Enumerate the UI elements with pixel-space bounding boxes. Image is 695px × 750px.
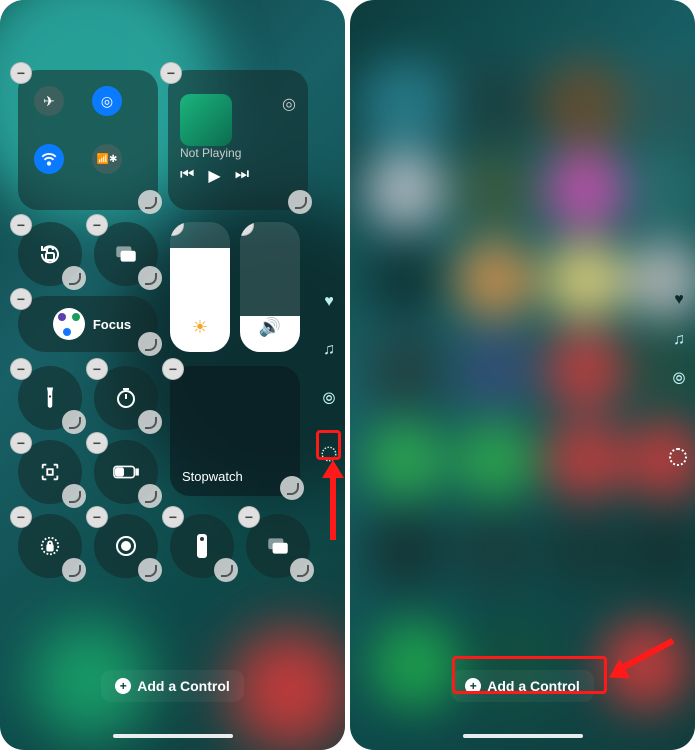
screenshot-left: − ✈ ◎ 📶✱ − ◎ Not Playing ⏮ ▶ ⏭ (0, 0, 345, 750)
resize-handle[interactable] (214, 558, 238, 582)
heart-page-icon[interactable]: ♥ (319, 292, 339, 312)
cellular-bluetooth-icon[interactable]: 📶✱ (92, 144, 122, 174)
media-controls: ⏮ ▶ ⏭ (180, 166, 249, 186)
control-center-edit: − ✈ ◎ 📶✱ − ◎ Not Playing ⏮ ▶ ⏭ (0, 0, 345, 750)
screen-mirroring-2[interactable]: − (246, 514, 310, 578)
sun-icon: ☀ (192, 317, 208, 338)
wifi-icon[interactable] (34, 144, 64, 174)
add-page-indicator[interactable] (669, 448, 687, 466)
remove-icon[interactable]: − (86, 358, 108, 380)
heart-page-icon[interactable]: ♥ (669, 290, 689, 310)
next-icon[interactable]: ⏭ (235, 166, 249, 186)
resize-handle[interactable] (138, 410, 162, 434)
home-indicator[interactable] (463, 734, 583, 738)
remove-icon[interactable]: − (10, 432, 32, 454)
bg (350, 0, 695, 750)
resize-handle[interactable] (62, 266, 86, 290)
remove-icon[interactable]: − (240, 222, 254, 236)
add-control-button[interactable]: + Add a Control (451, 670, 594, 702)
airplane-icon[interactable]: ✈ (34, 86, 64, 116)
resize-handle[interactable] (138, 558, 162, 582)
plus-icon: + (465, 678, 481, 694)
flashlight[interactable]: − (18, 366, 82, 430)
remove-icon[interactable]: − (238, 506, 260, 528)
accessibility-lock[interactable]: − (18, 514, 82, 578)
resize-handle[interactable] (138, 484, 162, 508)
screenshot-right: ♥ ♫ ⦾ + Add a Control (350, 0, 695, 750)
code-scanner[interactable]: − (18, 440, 82, 504)
music-page-icon[interactable]: ♫ (319, 340, 339, 360)
airdrop-icon[interactable]: ◎ (92, 86, 122, 116)
resize-handle[interactable] (138, 332, 162, 356)
screen-mirroring[interactable]: − (94, 222, 158, 286)
remove-icon[interactable]: − (162, 506, 184, 528)
music-page-icon[interactable]: ♫ (669, 330, 689, 350)
add-control-label: Add a Control (487, 678, 580, 694)
play-icon[interactable]: ▶ (208, 166, 220, 186)
resize-handle[interactable] (138, 266, 162, 290)
prev-icon[interactable]: ⏮ (180, 166, 194, 186)
screen-record[interactable]: − (94, 514, 158, 578)
add-control-label: Add a Control (137, 678, 230, 694)
remove-icon[interactable]: − (86, 506, 108, 528)
media-tile[interactable]: − ◎ Not Playing ⏮ ▶ ⏭ (168, 70, 308, 210)
brightness-slider[interactable]: − ☀ (170, 222, 230, 352)
resize-handle[interactable] (290, 558, 314, 582)
remove-icon[interactable]: − (162, 358, 184, 380)
remove-icon[interactable]: − (10, 506, 32, 528)
focus-label: Focus (93, 317, 131, 332)
remove-icon[interactable]: − (160, 62, 182, 84)
airplay-icon[interactable]: ◎ (282, 94, 296, 114)
volume-slider[interactable]: − 🔊 (240, 222, 300, 352)
remove-icon[interactable]: − (10, 358, 32, 380)
plus-icon: + (115, 678, 131, 694)
antenna-page-icon[interactable]: ⦾ (669, 370, 689, 390)
add-control-button[interactable]: + Add a Control (101, 670, 244, 702)
resize-handle[interactable] (280, 476, 304, 500)
add-page-icon[interactable] (319, 444, 339, 464)
home-indicator[interactable] (113, 734, 233, 738)
remove-icon[interactable]: − (10, 214, 32, 236)
orientation-lock[interactable]: − (18, 222, 82, 286)
remove-icon[interactable]: − (86, 214, 108, 236)
antenna-page-icon[interactable]: ⦾ (319, 390, 339, 410)
low-power[interactable]: − (94, 440, 158, 504)
resize-handle[interactable] (62, 410, 86, 434)
resize-handle[interactable] (62, 558, 86, 582)
focus-icon (53, 308, 85, 340)
resize-handle[interactable] (288, 190, 312, 214)
resize-handle[interactable] (62, 484, 86, 508)
connectivity-tile[interactable]: − ✈ ◎ 📶✱ (18, 70, 158, 210)
timer[interactable]: − (94, 366, 158, 430)
remove-icon[interactable]: − (10, 288, 32, 310)
remove-icon[interactable]: − (10, 62, 32, 84)
resize-handle[interactable] (138, 190, 162, 214)
media-art (180, 94, 232, 146)
focus-button[interactable]: − Focus (18, 296, 158, 352)
remove-icon[interactable]: − (86, 432, 108, 454)
stopwatch-tile[interactable]: − Stopwatch (170, 366, 300, 496)
media-title: Not Playing (180, 146, 241, 160)
apple-tv-remote[interactable]: − (170, 514, 234, 578)
stopwatch-label: Stopwatch (182, 469, 243, 484)
speaker-icon: 🔊 (259, 317, 281, 338)
remove-icon[interactable]: − (170, 222, 184, 236)
